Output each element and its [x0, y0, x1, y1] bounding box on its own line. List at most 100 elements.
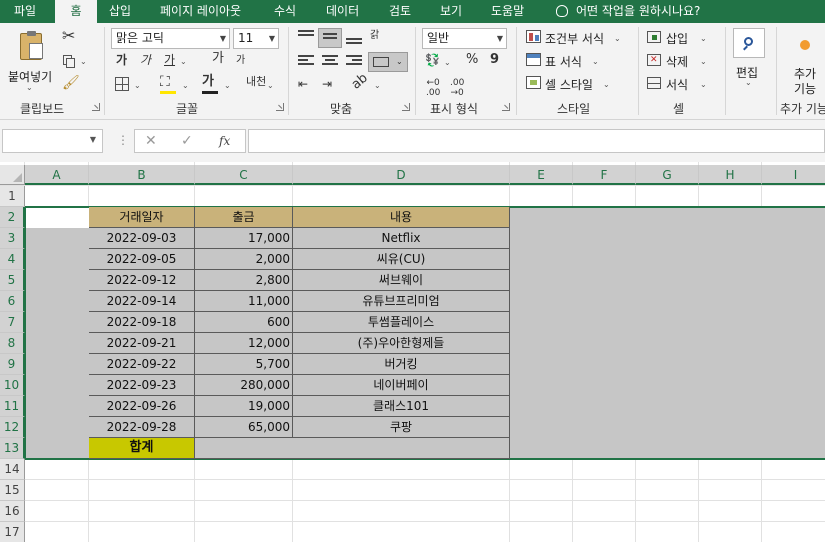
font-size-select[interactable]: 11 ▼ [233, 28, 279, 49]
description-cell[interactable]: 씨유(CU) [293, 249, 510, 270]
format-cells-button[interactable]: 서식 [666, 76, 688, 93]
row-header[interactable]: 7 [0, 312, 25, 333]
percent-button[interactable]: % [466, 53, 478, 67]
chevron-down-icon[interactable]: ⌄ [182, 79, 189, 93]
chevron-down-icon[interactable]: ⌄ [700, 32, 707, 46]
dialog-launcher-icon[interactable] [502, 103, 510, 111]
transaction-date-cell[interactable]: 2022-09-28 [89, 417, 195, 438]
drag-handle-icon[interactable]: ⋮ [117, 133, 129, 147]
font-name-select[interactable]: 맑은 고딕 ▼ [111, 28, 230, 49]
withdrawal-cell[interactable]: 5,700 [195, 354, 293, 375]
editing-button[interactable]: 편집 ⌄ [732, 27, 766, 89]
cut-icon[interactable]: ✂ [62, 28, 75, 44]
delete-cells-button[interactable]: 삭제 [666, 53, 688, 70]
orientation-icon[interactable]: ab [349, 71, 371, 93]
row-header[interactable]: 13 [0, 438, 25, 459]
column-header[interactable]: B [89, 165, 195, 185]
column-header[interactable]: A [25, 165, 89, 185]
merge-center-button[interactable]: ⌄ [368, 52, 408, 72]
wrap-orientation-icon[interactable]: 갉 [370, 29, 379, 43]
align-top-icon[interactable] [298, 30, 314, 42]
select-all-corner[interactable] [0, 165, 25, 185]
transaction-date-cell[interactable]: 2022-09-22 [89, 354, 195, 375]
description-cell[interactable]: 클래스101 [293, 396, 510, 417]
row-header[interactable]: 10 [0, 375, 25, 396]
underline-button[interactable]: 가 [164, 53, 175, 67]
row-header[interactable]: 14 [0, 459, 25, 480]
chevron-down-icon[interactable]: ⌄ [267, 79, 274, 93]
currency-icon[interactable]: 💱 [425, 53, 440, 67]
decrease-indent-icon[interactable]: ⇤ [298, 77, 308, 91]
withdrawal-cell[interactable]: 11,000 [195, 291, 293, 312]
chevron-down-icon[interactable]: ⌄ [444, 56, 451, 70]
grow-font-button[interactable]: 가 [212, 52, 224, 66]
font-color-button[interactable]: 가 [202, 75, 218, 94]
formula-input[interactable] [248, 129, 825, 153]
transaction-date-cell[interactable]: 2022-09-03 [89, 228, 195, 249]
row-header[interactable]: 8 [0, 333, 25, 354]
comma-button[interactable]: 9 [490, 53, 499, 67]
chevron-down-icon[interactable]: ⌄ [592, 55, 599, 69]
description-cell[interactable]: Netflix [293, 228, 510, 249]
transaction-date-cell[interactable]: 2022-09-21 [89, 333, 195, 354]
bold-button[interactable]: 가 [116, 53, 127, 67]
description-cell[interactable]: 쿠팡 [293, 417, 510, 438]
dialog-launcher-icon[interactable] [92, 103, 100, 111]
decrease-decimal-icon[interactable]: .00 →0 [450, 78, 464, 98]
column-header[interactable]: D [293, 165, 510, 185]
phonetic-button[interactable]: 내천 [246, 75, 266, 89]
row-header[interactable]: 15 [0, 480, 25, 501]
transaction-date-cell[interactable]: 2022-09-18 [89, 312, 195, 333]
withdrawal-cell[interactable]: 2,800 [195, 270, 293, 291]
description-cell[interactable]: 네이버페이 [293, 375, 510, 396]
row-header[interactable]: 3 [0, 228, 25, 249]
insert-cells-button[interactable]: 삽입 [666, 30, 688, 47]
name-box[interactable]: ▼ [2, 129, 103, 153]
description-cell[interactable]: (주)우아한형제들 [293, 333, 510, 354]
chevron-down-icon[interactable]: ⌄ [80, 55, 87, 69]
dialog-launcher-icon[interactable] [276, 103, 284, 111]
transaction-date-cell[interactable]: 2022-09-14 [89, 291, 195, 312]
borders-icon[interactable] [115, 77, 129, 91]
row-header[interactable]: 5 [0, 270, 25, 291]
withdrawal-cell[interactable]: 280,000 [195, 375, 293, 396]
withdrawal-cell[interactable]: 600 [195, 312, 293, 333]
tab-insert[interactable]: 삽입 [109, 0, 131, 23]
row-header[interactable]: 4 [0, 249, 25, 270]
column-header[interactable]: I [762, 165, 825, 185]
increase-decimal-icon[interactable]: ←0.00 [426, 78, 440, 98]
column-header[interactable]: H [699, 165, 762, 185]
tell-me-search[interactable]: 어떤 작업을 원하시나요? [556, 0, 700, 23]
align-right-icon[interactable] [346, 55, 362, 67]
row-header[interactable]: 2 [0, 207, 25, 228]
tab-formulas[interactable]: 수식 [274, 0, 296, 23]
tab-view[interactable]: 보기 [440, 0, 462, 23]
description-cell[interactable]: 버거킹 [293, 354, 510, 375]
row-header[interactable]: 12 [0, 417, 25, 438]
chevron-down-icon[interactable]: ⌄ [603, 78, 610, 92]
row-header[interactable]: 6 [0, 291, 25, 312]
withdrawal-cell[interactable]: 17,000 [195, 228, 293, 249]
align-left-icon[interactable] [298, 55, 314, 67]
withdrawal-cell[interactable]: 65,000 [195, 417, 293, 438]
row-header[interactable]: 11 [0, 396, 25, 417]
tab-home[interactable]: 홈 [55, 0, 97, 23]
total-value-cell[interactable] [195, 438, 510, 459]
description-cell[interactable]: 유튜브프리미엄 [293, 291, 510, 312]
chevron-down-icon[interactable]: ⌄ [700, 78, 707, 92]
transaction-date-cell[interactable]: 2022-09-05 [89, 249, 195, 270]
chevron-down-icon[interactable]: ⌄ [700, 55, 707, 69]
worksheet-grid[interactable]: A B C D E F G H I 1 2 3 4 5 6 7 8 9 10 11 12 13 14 15 16 17 거래일자 출금… [0, 162, 825, 542]
cell-styles-button[interactable]: 셀 스타일 [545, 76, 593, 93]
description-cell[interactable]: 투썸플레이스 [293, 312, 510, 333]
chevron-down-icon[interactable]: ⌄ [374, 79, 381, 93]
column-header[interactable]: F [573, 165, 636, 185]
row-header[interactable]: 1 [0, 186, 25, 207]
number-format-select[interactable]: 일반 ▼ [422, 28, 507, 49]
chevron-down-icon[interactable]: ⌄ [224, 79, 231, 93]
table-header-cell[interactable]: 거래일자 [89, 207, 195, 228]
format-painter-icon[interactable]: 🖌 [62, 76, 80, 90]
chevron-down-icon[interactable]: ⌄ [614, 32, 621, 46]
description-cell[interactable]: 써브웨이 [293, 270, 510, 291]
fill-color-icon[interactable]: ⛶ [160, 75, 176, 94]
